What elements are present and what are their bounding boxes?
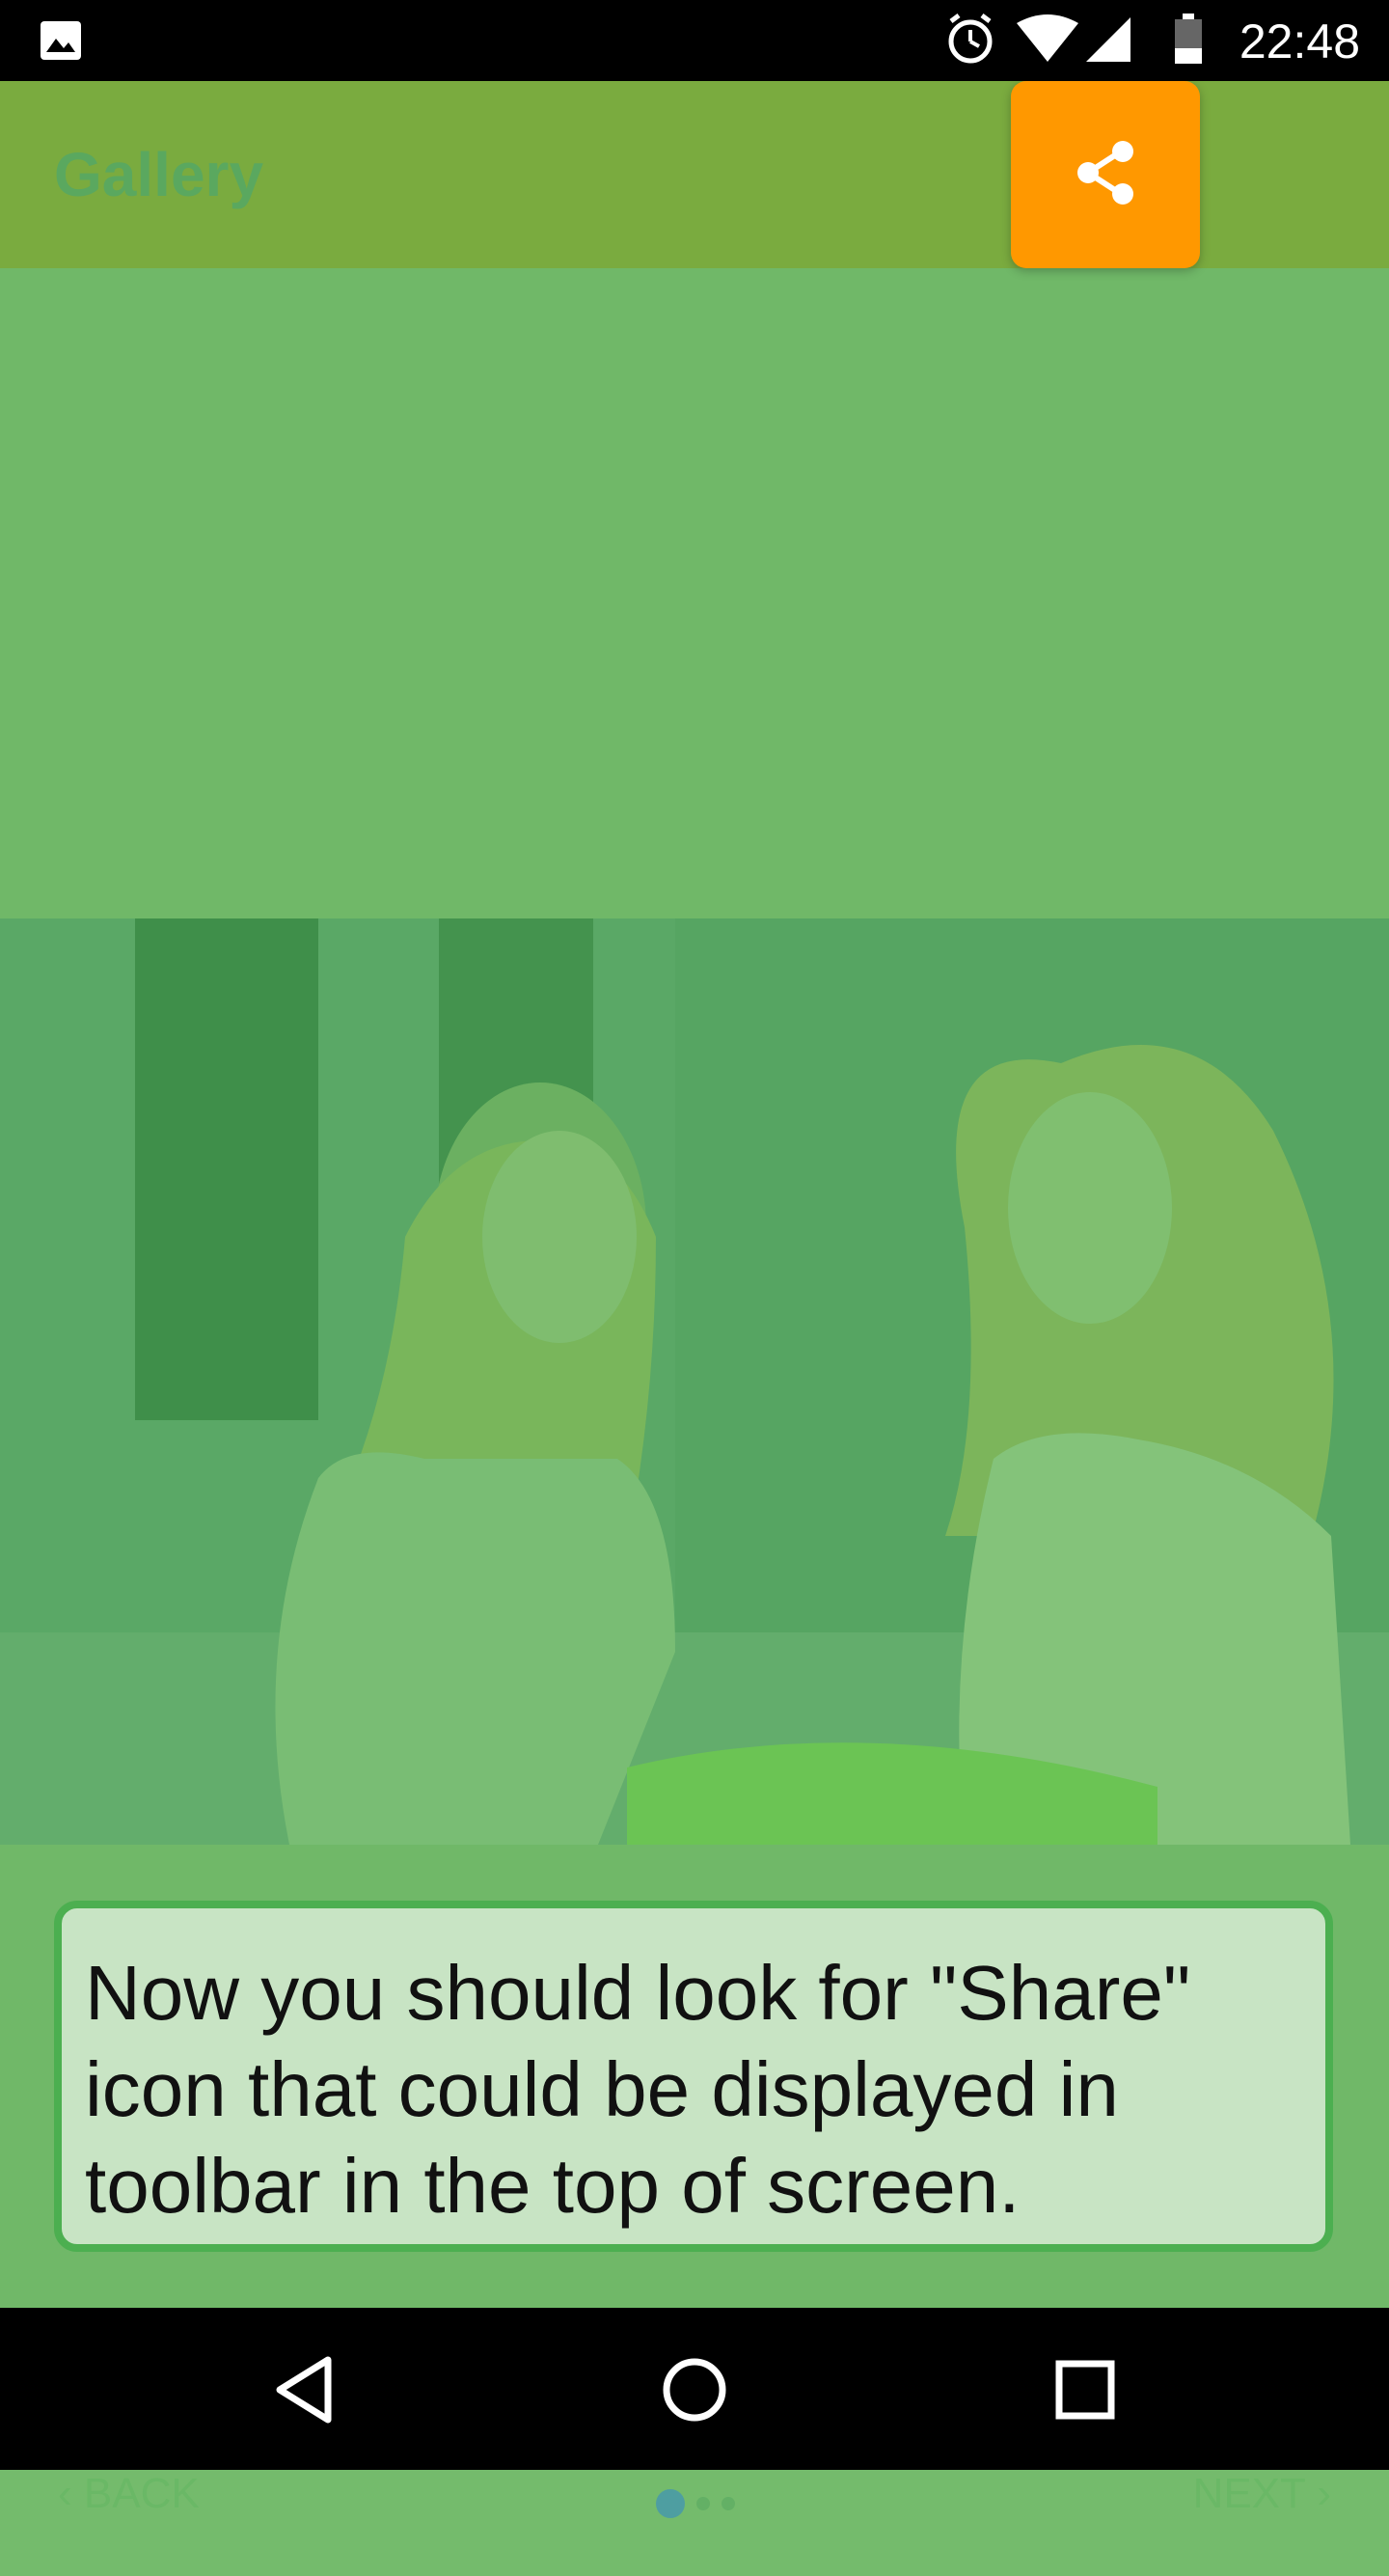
tutorial-tooltip: Now you should look for "Share" icon tha… (54, 1901, 1333, 2252)
recents-icon[interactable] (1042, 2346, 1129, 2433)
battery-icon (1175, 14, 1202, 64)
back-button[interactable]: ‹ BACK (58, 2470, 200, 2518)
gallery-photo[interactable] (0, 918, 1389, 1845)
wifi-icon (1017, 14, 1078, 62)
page-dot-active (656, 2489, 685, 2518)
next-button[interactable]: NEXT › (1193, 2470, 1331, 2518)
alarm-icon (948, 14, 993, 64)
status-time: 22:48 (1239, 14, 1360, 69)
signal-icon (1086, 17, 1130, 62)
system-nav-bar (0, 2308, 1389, 2470)
share-icon (1071, 138, 1140, 212)
page-dot (696, 2497, 710, 2510)
status-icons (948, 14, 1202, 64)
page-title: Gallery (54, 140, 264, 209)
back-icon[interactable] (260, 2346, 347, 2433)
page-indicator (656, 2489, 735, 2518)
share-button[interactable] (1011, 81, 1200, 268)
home-icon[interactable] (651, 2346, 738, 2433)
page-dot (722, 2497, 735, 2510)
photo-illustration (0, 918, 1389, 1845)
status-bar: 22:48 (0, 0, 1389, 81)
